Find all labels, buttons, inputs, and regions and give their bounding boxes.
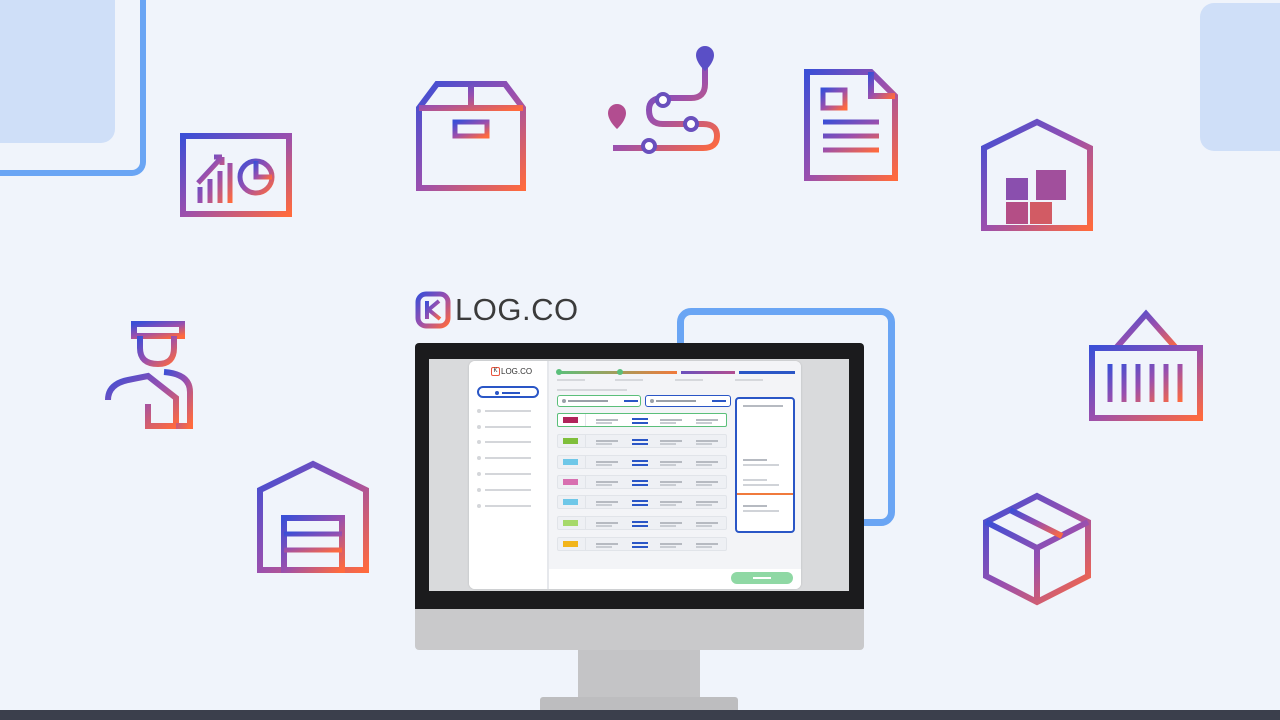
app-footer — [549, 569, 801, 589]
step-dot — [617, 369, 623, 375]
floor-strip — [0, 710, 1280, 720]
decor-panel-top-right — [1200, 3, 1280, 151]
row-color-swatch — [563, 499, 578, 505]
row-color-swatch — [563, 438, 578, 444]
step-segment — [681, 371, 735, 374]
step-label — [557, 379, 585, 381]
brand-name: LOG.CO — [455, 292, 579, 327]
row-color-swatch — [563, 417, 578, 423]
monitor-bezel: K LOG.CO — [415, 343, 864, 609]
filter-input-right[interactable] — [645, 395, 731, 407]
sidebar-item[interactable] — [477, 440, 531, 444]
sidebar-item[interactable] — [477, 504, 531, 508]
input-action — [712, 400, 726, 402]
sidebar-logo-text: LOG.CO — [501, 367, 533, 376]
sidebar-item[interactable] — [477, 425, 531, 429]
panel-footer — [737, 493, 793, 531]
shipping-container-icon — [1089, 309, 1203, 421]
table-row[interactable] — [557, 413, 727, 427]
monitor-stand-foot — [540, 697, 738, 710]
row-color-swatch — [563, 479, 578, 485]
logo-k-mark-icon — [415, 291, 451, 329]
table-row[interactable] — [557, 495, 727, 509]
sidebar: K LOG.CO — [469, 361, 549, 589]
route-map-icon — [608, 46, 721, 154]
sidebar-item[interactable] — [477, 472, 531, 476]
input-action — [624, 400, 638, 402]
table-row[interactable] — [557, 537, 727, 551]
sidebar-item[interactable] — [477, 488, 531, 492]
section-title — [557, 389, 627, 391]
input-placeholder — [568, 400, 608, 402]
table-row[interactable] — [557, 516, 727, 530]
monitor-chin — [415, 609, 864, 650]
table-row[interactable] — [557, 455, 727, 469]
input-placeholder — [656, 400, 696, 402]
delivery-person-icon — [105, 321, 193, 429]
main-content — [549, 361, 801, 589]
step-label — [615, 379, 643, 381]
detail-panel — [735, 397, 795, 533]
sidebar-new-button[interactable] — [477, 386, 539, 398]
row-color-swatch — [563, 541, 578, 547]
step-dot — [556, 369, 562, 375]
brand-logo: LOG.CO — [415, 290, 579, 330]
search-icon — [650, 399, 654, 403]
table-row[interactable] — [557, 475, 727, 489]
package-box-icon — [416, 81, 526, 191]
decor-frame-top-left — [0, 0, 146, 176]
document-icon — [804, 69, 898, 181]
submit-button[interactable] — [731, 572, 793, 584]
row-color-swatch — [563, 459, 578, 465]
sidebar-logo: K LOG.CO — [491, 367, 532, 376]
warehouse-icon — [981, 118, 1093, 231]
step-label — [735, 379, 763, 381]
monitor-stand-neck — [578, 650, 700, 698]
row-color-swatch — [563, 520, 578, 526]
search-icon — [562, 399, 566, 403]
step-label — [675, 379, 703, 381]
monitor-screen: K LOG.CO — [429, 359, 849, 591]
analytics-board-icon — [180, 133, 292, 217]
table-row[interactable] — [557, 434, 727, 448]
garage-warehouse-icon — [257, 460, 369, 573]
sidebar-logo-icon: K — [491, 367, 500, 376]
step-segment — [739, 371, 795, 374]
app-window: K LOG.CO — [469, 361, 801, 589]
cube-box-icon — [983, 492, 1091, 606]
sidebar-item[interactable] — [477, 456, 531, 460]
progress-stepper — [556, 369, 795, 375]
sidebar-item[interactable] — [477, 409, 531, 413]
filter-input-left[interactable] — [557, 395, 641, 407]
